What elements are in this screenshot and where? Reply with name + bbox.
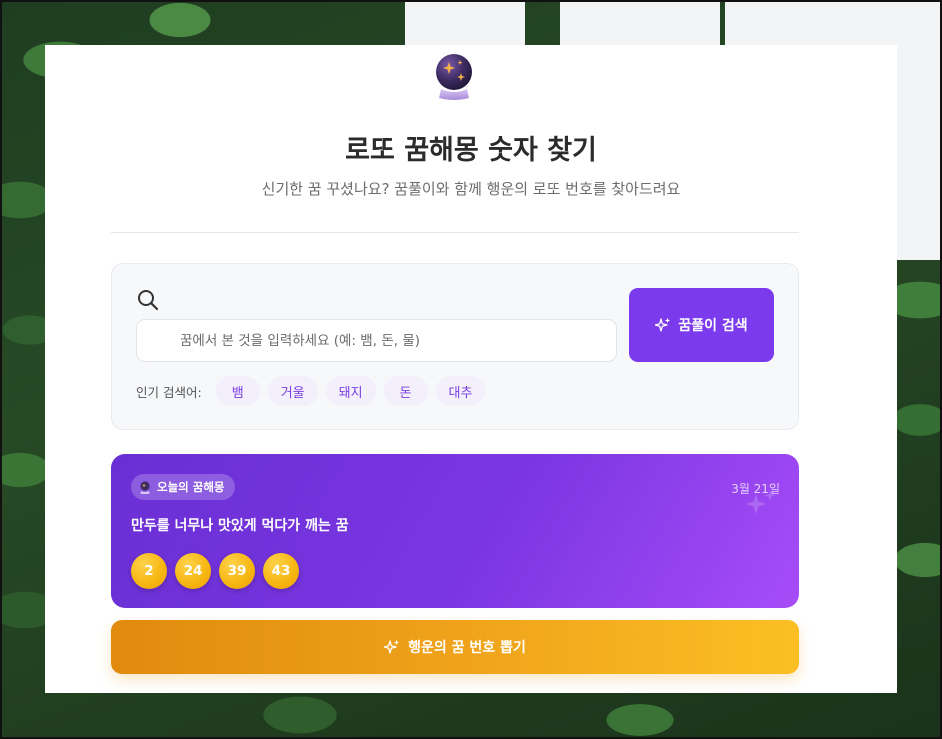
today-badge-label: 오늘의 꿈해몽 xyxy=(157,480,225,494)
lucky-number-draw-button[interactable]: 행운의 꿈 번호 뽑기 xyxy=(111,620,799,674)
sparkles-icon xyxy=(746,490,776,514)
sparkles-icon xyxy=(655,317,671,332)
lucky-button-label: 행운의 꿈 번호 뽑기 xyxy=(408,640,526,656)
background-paper xyxy=(405,0,525,46)
lucky-numbers: 2 24 39 43 xyxy=(131,553,299,589)
search-button-label: 꿈풀이 검색 xyxy=(678,318,748,334)
popular-chip[interactable]: 돼지 xyxy=(325,376,376,406)
crystal-ball-icon xyxy=(140,480,150,494)
dream-search-input[interactable] xyxy=(136,319,617,362)
today-badge: 오늘의 꿈해몽 xyxy=(131,474,236,500)
popular-chip[interactable]: 돈 xyxy=(383,376,428,406)
number-ball: 39 xyxy=(219,553,255,589)
page-subtitle: 신기한 꿈 꾸셨나요? 꿈풀이와 함께 행운의 로또 번호를 찾아드려요 xyxy=(261,180,681,198)
today-dream-text: 만두를 너무나 맛있게 먹다가 깨는 꿈 xyxy=(131,518,349,534)
divider xyxy=(111,232,799,233)
popular-label: 인기 검색어: xyxy=(136,384,202,400)
popular-chip[interactable]: 거울 xyxy=(267,376,318,406)
popular-searches: 인기 검색어: 뱀 거울 돼지 돈 대추 xyxy=(136,376,486,406)
sparkles-icon xyxy=(384,639,400,654)
dream-search-button[interactable]: 꿈풀이 검색 xyxy=(629,288,774,362)
page-title: 로또 꿈해몽 숫자 찾기 xyxy=(345,135,597,166)
number-ball: 24 xyxy=(175,553,211,589)
number-ball: 2 xyxy=(131,553,167,589)
background-paper xyxy=(560,0,720,46)
popular-chip[interactable]: 뱀 xyxy=(215,376,260,406)
number-ball: 43 xyxy=(263,553,299,589)
search-icon xyxy=(138,290,159,311)
popular-chip[interactable]: 대추 xyxy=(435,376,486,406)
crystal-ball-icon xyxy=(436,54,472,100)
